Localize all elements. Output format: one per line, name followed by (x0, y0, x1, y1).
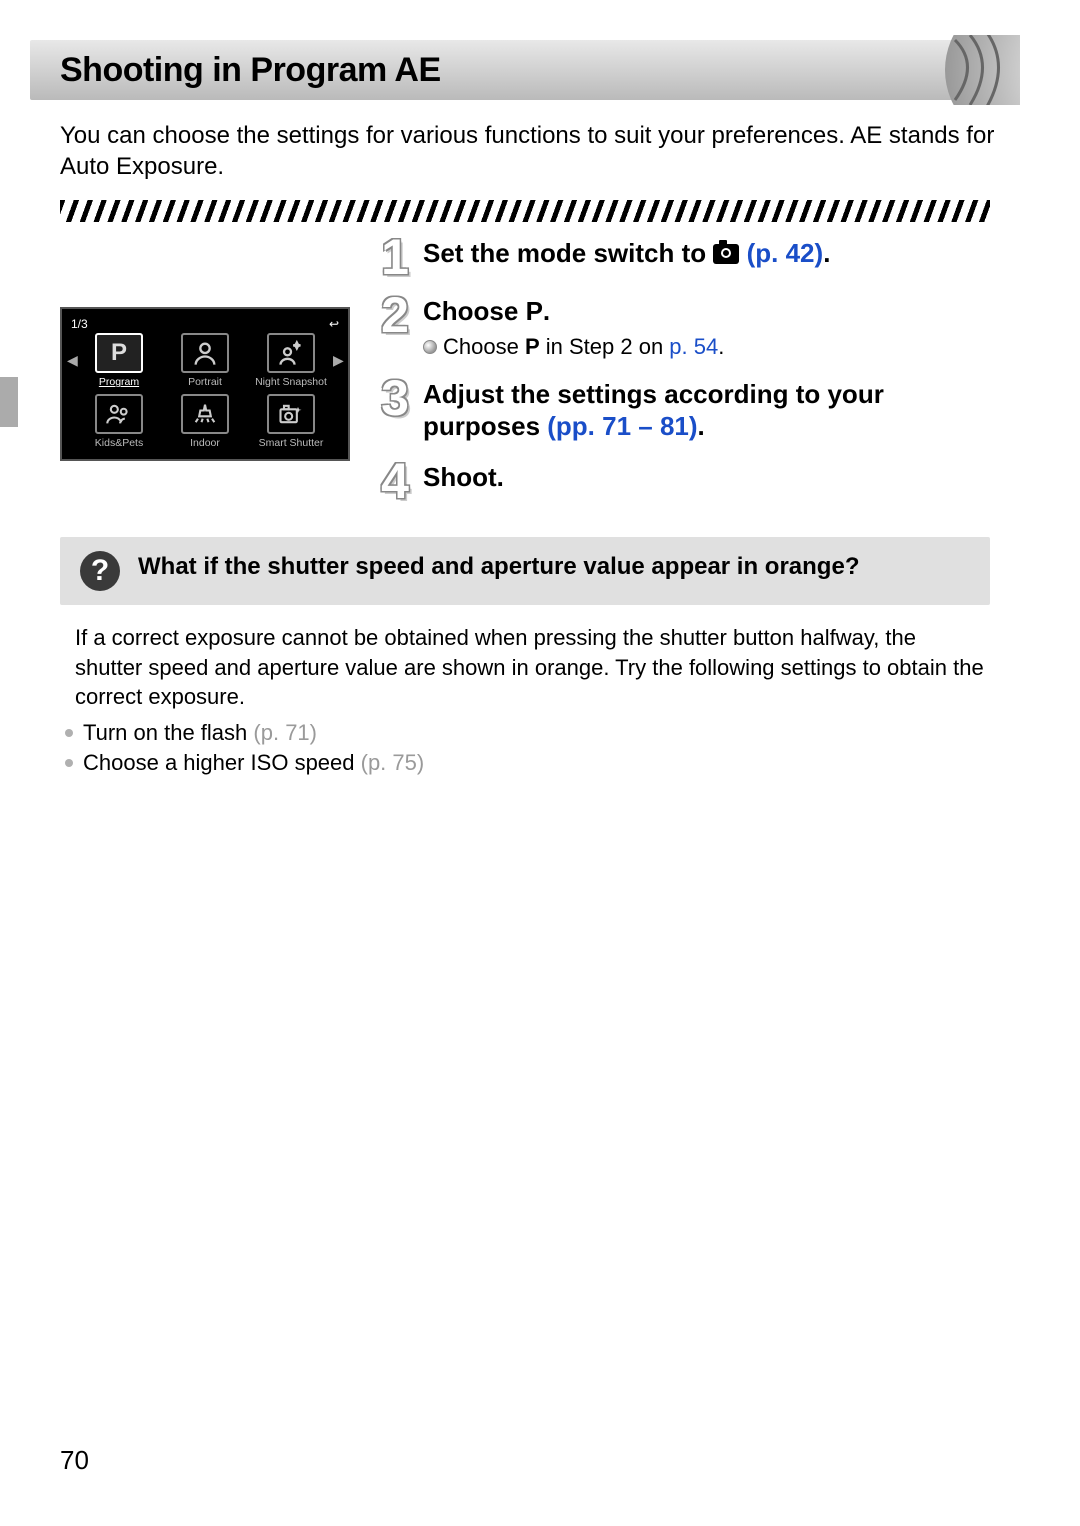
camera-return-icon: ↩ (329, 317, 339, 331)
camera-mode-program: P Program (79, 333, 159, 388)
tip-1-page-link[interactable]: (p. 71) (253, 720, 317, 745)
step-2-text: Choose (423, 296, 526, 326)
tip-list: Turn on the flash (p. 71) Choose a highe… (30, 712, 1020, 776)
question-icon: ? (80, 551, 120, 591)
step-number-1: 1 (375, 237, 415, 277)
step-2: 2 Choose P. Choose P in Step 2 on p. 54. (375, 295, 990, 360)
step-2-page-link[interactable]: p. 54 (669, 334, 718, 359)
camera-mode-night-icon (267, 333, 315, 373)
camera-mode-indoor: Indoor (165, 394, 245, 449)
intro-text: You can choose the settings for various … (30, 120, 1020, 182)
step-2-sub-text: Choose (443, 334, 525, 359)
camera-right-arrow-icon: ▶ (333, 352, 343, 369)
step-4: 4 Shoot. (375, 461, 990, 501)
camera-mode-smart-icon (267, 394, 315, 434)
camera-mode-kids-icon (95, 394, 143, 434)
bullet-icon (423, 340, 437, 354)
tip-2-text: Choose a higher ISO speed (83, 750, 361, 775)
step-3: 3 Adjust the settings according to your … (375, 378, 990, 443)
camera-left-arrow-icon: ◀ (67, 352, 77, 369)
title-decoration (900, 35, 1020, 105)
step-number-3: 3 (375, 378, 415, 418)
camera-mode-kids-pets: Kids&Pets (79, 394, 159, 449)
page-number: 70 (60, 1445, 89, 1476)
step-3-page-link[interactable]: (pp. 71 – 81) (547, 411, 697, 441)
hatched-divider (60, 200, 990, 222)
section-heading: Shooting in Program AE (60, 51, 441, 90)
bullet-icon (65, 729, 73, 737)
tip-1-text: Turn on the flash (83, 720, 253, 745)
tip-item: Turn on the flash (p. 71) (65, 720, 985, 746)
camera-mode-portrait: Portrait (165, 333, 245, 388)
camera-mode-smart-shutter: Smart Shutter (251, 394, 331, 449)
step-number-2: 2 (375, 295, 415, 335)
step-4-text: Shoot. (423, 461, 504, 494)
explanation-text: If a correct exposure cannot be obtained… (30, 623, 1020, 712)
p-mode-icon: P (526, 296, 543, 326)
steps-list: 1 Set the mode switch to (p. 42). 2 Choo… (375, 237, 990, 519)
page-side-tab (0, 377, 18, 427)
bullet-icon (65, 759, 73, 767)
faq-callout-text: What if the shutter speed and aperture v… (138, 551, 859, 582)
step-1-text: Set the mode switch to (423, 238, 713, 268)
p-mode-icon: P (525, 334, 540, 359)
camera-mode-night-snapshot: Night Snapshot (251, 333, 331, 388)
camera-mode-portrait-icon (181, 333, 229, 373)
camera-mode-p-icon: P (95, 333, 143, 373)
camera-icon (713, 244, 739, 264)
faq-callout: ? What if the shutter speed and aperture… (60, 537, 990, 605)
step-1-page-link[interactable]: (p. 42) (747, 238, 824, 268)
step-1: 1 Set the mode switch to (p. 42). (375, 237, 990, 277)
tip-item: Choose a higher ISO speed (p. 75) (65, 750, 985, 776)
tip-2-page-link[interactable]: (p. 75) (361, 750, 425, 775)
camera-mode-menu-screenshot: 1/3 ↩ ◀ P Program Portrait (60, 307, 350, 461)
camera-page-indicator: 1/3 (71, 317, 88, 331)
step-number-4: 4 (375, 461, 415, 501)
section-title-bar: Shooting in Program AE (30, 40, 1020, 100)
camera-mode-indoor-icon (181, 394, 229, 434)
